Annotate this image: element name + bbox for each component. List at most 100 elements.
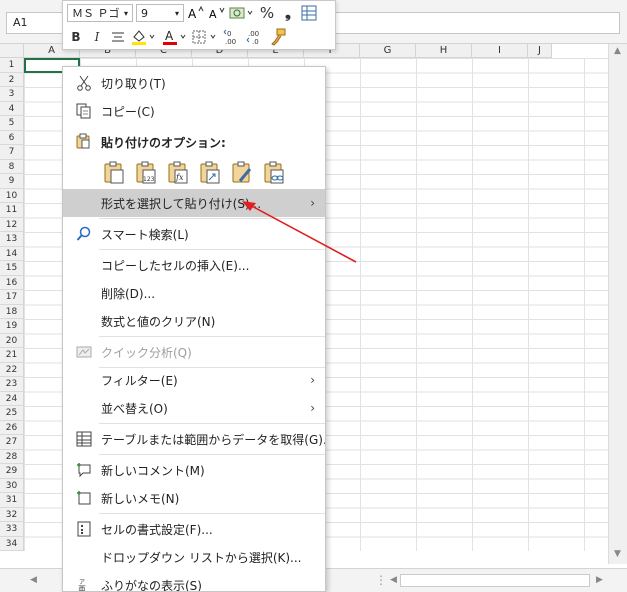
font-name-select[interactable]: ＭＳ Ｐゴ ▾: [67, 4, 133, 22]
vertical-scrollbar[interactable]: ▲ ▼: [608, 44, 627, 564]
menu-separator: [99, 249, 325, 250]
font-color-button[interactable]: A: [161, 28, 189, 46]
menu-item-new-comment[interactable]: 新しいコメント(M): [63, 456, 325, 484]
paste-values-button[interactable]: 123: [131, 157, 161, 187]
format-painter-button[interactable]: [269, 28, 287, 46]
row-header[interactable]: 7: [0, 145, 24, 160]
row-header[interactable]: 33: [0, 522, 24, 537]
row-header[interactable]: 9: [0, 174, 24, 189]
horizontal-scroll-track[interactable]: [400, 574, 590, 587]
menu-item-get-data-from-table[interactable]: テーブルまたは範囲からデータを取得(G)...: [63, 425, 325, 453]
row-header[interactable]: 2: [0, 72, 24, 87]
decrease-font-size-icon: A: [209, 7, 225, 21]
row-header[interactable]: 20: [0, 333, 24, 348]
comma-style-button[interactable]: ❟: [279, 4, 297, 22]
quick-analysis-icon: [75, 343, 93, 361]
row-header[interactable]: 31: [0, 493, 24, 508]
row-header[interactable]: 34: [0, 536, 24, 551]
row-header[interactable]: 17: [0, 290, 24, 305]
column-header[interactable]: I: [472, 44, 528, 58]
decrease-decimal-button[interactable]: .00.0: [246, 28, 266, 46]
paste-formulas-button[interactable]: fx: [163, 157, 193, 187]
font-size-select[interactable]: 9 ▾: [136, 4, 184, 22]
menu-item-copy[interactable]: コピー(C): [63, 97, 325, 125]
decrease-font-size-button[interactable]: A: [208, 4, 226, 22]
scroll-down-icon[interactable]: ▼: [614, 549, 621, 559]
paste-link-button[interactable]: [259, 157, 289, 187]
menu-label: クイック分析(Q): [101, 345, 192, 360]
row-header[interactable]: 8: [0, 159, 24, 174]
scroll-right-icon[interactable]: ▶: [596, 575, 603, 585]
row-header[interactable]: 12: [0, 217, 24, 232]
row-header[interactable]: 5: [0, 116, 24, 131]
row-header[interactable]: 23: [0, 377, 24, 392]
column-header[interactable]: G: [360, 44, 416, 58]
row-header[interactable]: 24: [0, 391, 24, 406]
row-header[interactable]: 15: [0, 261, 24, 276]
row-header[interactable]: 16: [0, 275, 24, 290]
svg-text:.00: .00: [225, 38, 236, 46]
column-header[interactable]: H: [416, 44, 472, 58]
borders-button[interactable]: [192, 28, 220, 46]
row-header[interactable]: 14: [0, 246, 24, 261]
paste-formatting-button[interactable]: [227, 157, 257, 187]
row-header[interactable]: 28: [0, 449, 24, 464]
number-format-button[interactable]: [229, 4, 255, 22]
increase-decimal-button[interactable]: 0.00: [223, 28, 243, 46]
more-options-icon[interactable]: ⋮: [375, 573, 387, 587]
formula-input[interactable]: [330, 12, 620, 34]
row-header[interactable]: 1: [0, 58, 24, 73]
row-header[interactable]: 6: [0, 130, 24, 145]
row-header[interactable]: 19: [0, 319, 24, 334]
row-header[interactable]: 26: [0, 420, 24, 435]
row-header[interactable]: 18: [0, 304, 24, 319]
fill-color-icon: [132, 30, 155, 45]
row-header[interactable]: 11: [0, 203, 24, 218]
row-header[interactable]: 21: [0, 348, 24, 363]
fill-color-button[interactable]: [130, 28, 158, 46]
menu-item-clear-contents[interactable]: 数式と値のクリア(N): [63, 307, 325, 335]
row-header[interactable]: 27: [0, 435, 24, 450]
sheet-scroll-left-icon[interactable]: ◀: [30, 575, 37, 585]
row-header[interactable]: 13: [0, 232, 24, 247]
row-header[interactable]: 3: [0, 87, 24, 102]
increase-font-size-button[interactable]: A: [187, 4, 205, 22]
row-header[interactable]: 4: [0, 101, 24, 116]
row-header[interactable]: 30: [0, 478, 24, 493]
column-header[interactable]: J: [528, 44, 552, 58]
menu-item-filter[interactable]: フィルター(E) ›: [63, 366, 325, 394]
scroll-up-icon[interactable]: ▲: [614, 46, 621, 56]
menu-item-paste-special[interactable]: 形式を選択して貼り付け(S)... ›: [63, 189, 325, 217]
menu-label: スマート検索(L): [101, 227, 189, 242]
percent-style-button[interactable]: %: [258, 4, 276, 22]
italic-button[interactable]: I: [88, 28, 106, 46]
menu-label: 切り取り(T): [101, 76, 166, 91]
svg-text:123: 123: [143, 176, 155, 183]
paste-transpose-button[interactable]: [195, 157, 225, 187]
menu-item-sort[interactable]: 並べ替え(O) ›: [63, 394, 325, 422]
menu-separator: [99, 513, 325, 514]
borders-icon: [192, 30, 216, 44]
menu-item-delete[interactable]: 削除(D)...: [63, 279, 325, 307]
svg-text:A: A: [209, 8, 217, 21]
bold-button[interactable]: B: [67, 28, 85, 46]
menu-item-show-furigana[interactable]: ア亜 ふりがなの表示(S): [63, 571, 325, 592]
align-center-icon: [112, 32, 124, 42]
paste-button[interactable]: [99, 157, 129, 187]
menu-item-pick-from-dropdown[interactable]: ドロップダウン リストから選択(K)...: [63, 543, 325, 571]
align-center-button[interactable]: [109, 28, 127, 46]
row-header[interactable]: 22: [0, 362, 24, 377]
row-header[interactable]: 10: [0, 188, 24, 203]
menu-item-format-cells[interactable]: セルの書式設定(F)...: [63, 515, 325, 543]
menu-item-smart-lookup[interactable]: スマート検索(L): [63, 220, 325, 248]
row-header[interactable]: 32: [0, 507, 24, 522]
menu-item-new-note[interactable]: 新しいメモ(N): [63, 484, 325, 512]
format-table-button[interactable]: [300, 4, 318, 22]
select-all-corner[interactable]: [0, 44, 24, 58]
menu-item-cut[interactable]: 切り取り(T): [63, 69, 325, 97]
menu-item-insert-copied-cells[interactable]: コピーしたセルの挿入(E)...: [63, 251, 325, 279]
scroll-left-icon[interactable]: ◀: [390, 575, 397, 585]
row-header[interactable]: 29: [0, 464, 24, 479]
font-size-value: 9: [141, 6, 148, 20]
row-header[interactable]: 25: [0, 406, 24, 421]
